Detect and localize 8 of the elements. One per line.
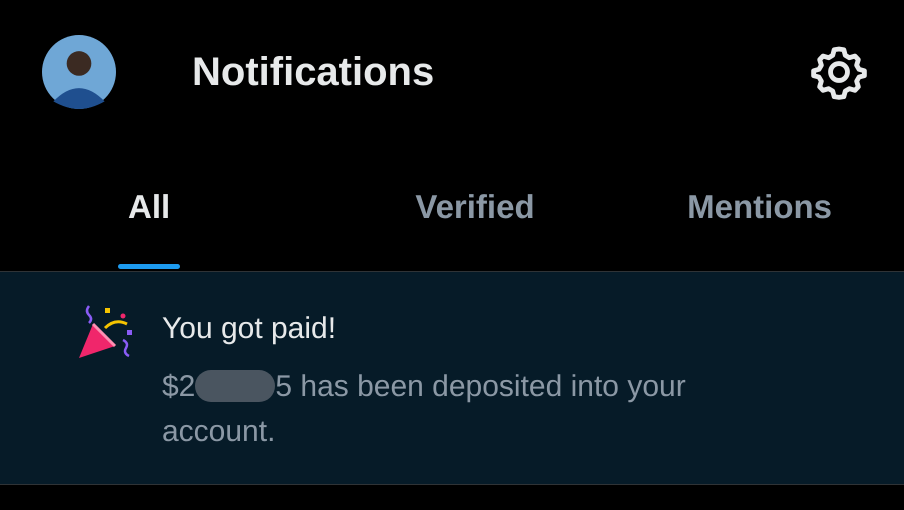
avatar-icon[interactable] (42, 35, 116, 109)
tab[interactable]: All (118, 150, 180, 271)
notification-title: You got paid! (162, 312, 338, 346)
notification-card[interactable]: You got paid! $2 5 has been deposited into your account. (0, 272, 904, 485)
notification-body: $2 5 has been deposited into your account. (162, 369, 687, 450)
tab[interactable]: Verified (415, 150, 535, 271)
page-title: Notifications (192, 50, 436, 94)
tab[interactable]: Mentions (687, 150, 832, 271)
